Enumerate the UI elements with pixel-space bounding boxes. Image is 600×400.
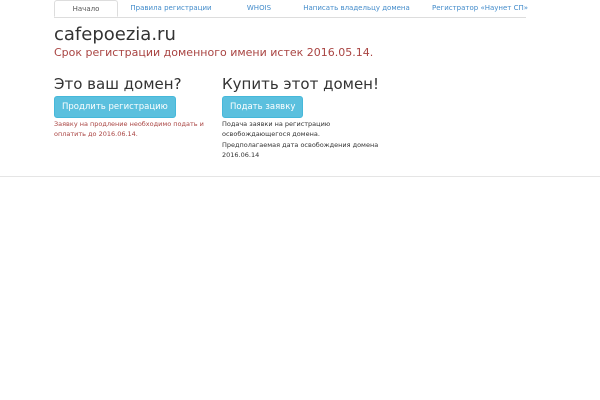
release-date-value: 2016.06.14 — [222, 150, 260, 159]
nav-tabs: Начало Правила регистрации WHOIS Написат… — [54, 0, 528, 18]
renewal-note: Заявку на продление необходимо подать и … — [54, 120, 204, 138]
tab-contact-owner[interactable]: Написать владельцу домена — [299, 0, 414, 17]
submit-request-button[interactable]: Подать заявку — [222, 96, 304, 118]
buy-heading: Купить этот домен! — [222, 75, 379, 93]
footer-divider — [0, 176, 600, 177]
release-date-label: Предполагаемая дата освобождения домена — [222, 141, 379, 149]
tab-whois[interactable]: WHOIS — [229, 0, 289, 17]
page: Начало Правила регистрации WHOIS Написат… — [0, 0, 600, 400]
expiration-notice: Срок регистрации доменного имени истек 2… — [54, 46, 374, 59]
request-note: Подача заявки на регистрацию освобождающ… — [222, 120, 331, 138]
release-date-block: Предполагаемая дата освобождения домена … — [222, 141, 382, 160]
tab-registration-rules[interactable]: Правила регистрации — [126, 0, 216, 17]
tab-registrar[interactable]: Регистратор «Наунет СП» — [432, 0, 528, 17]
renew-registration-button[interactable]: Продлить регистрацию — [54, 96, 176, 118]
page-title: cafepoezia.ru — [54, 24, 176, 45]
owner-heading: Это ваш домен? — [54, 75, 182, 93]
tab-home[interactable]: Начало — [54, 0, 118, 17]
